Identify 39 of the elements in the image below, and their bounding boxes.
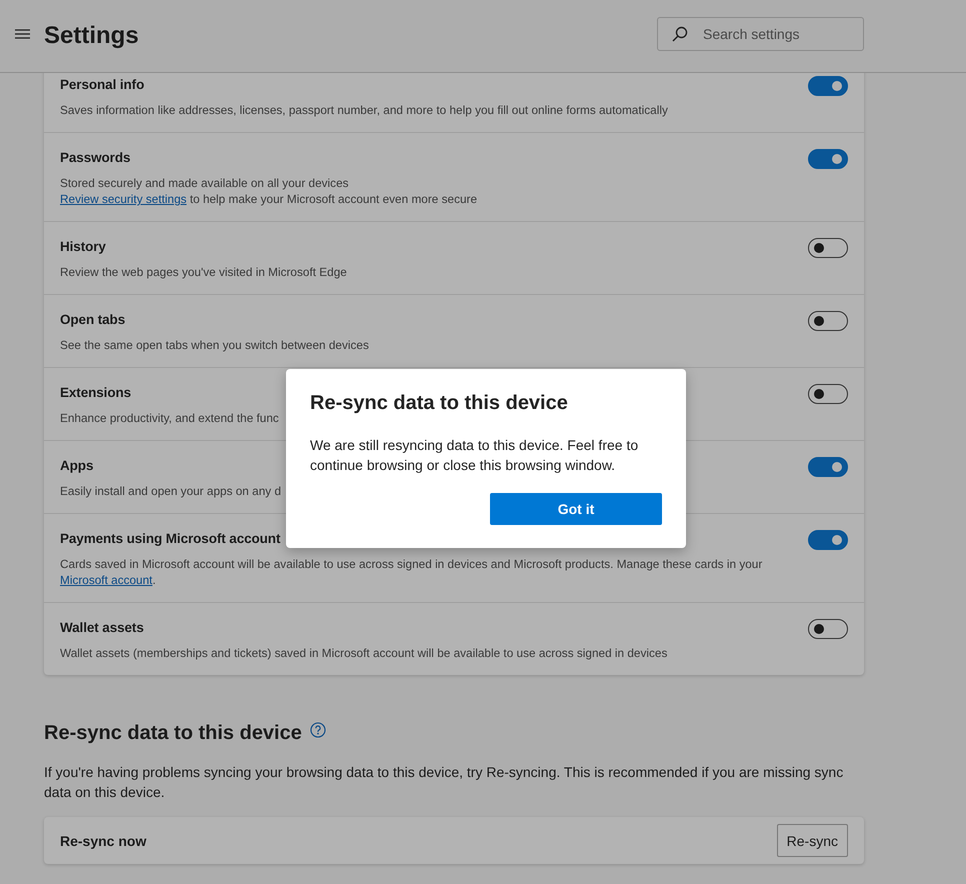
- toggle-switch[interactable]: [808, 384, 848, 404]
- got-it-button[interactable]: Got it: [490, 493, 662, 525]
- setting-description: Enhance productivity, and extend the func: [60, 411, 279, 425]
- setting-title: Personal info: [60, 76, 144, 94]
- setting-description: Cards saved in Microsoft account will be available to use across signed in devices and Microsoft products. Manage these cards in your Microsoft account.: [60, 557, 762, 587]
- resync-button[interactable]: Re-sync: [776, 824, 848, 857]
- link[interactable]: Review security settings: [60, 192, 187, 206]
- setting-title: Payments using Microsoft account: [60, 530, 280, 548]
- help-icon[interactable]: [310, 722, 326, 738]
- toggle-switch[interactable]: [808, 238, 848, 258]
- resync-label: Re-sync now: [60, 832, 146, 848]
- toggle-switch[interactable]: [808, 311, 848, 331]
- setting-title: History: [60, 238, 106, 256]
- setting-title: Passwords: [60, 149, 130, 167]
- search-icon: [672, 26, 688, 42]
- link[interactable]: Microsoft account: [60, 573, 152, 587]
- section-description: If you're having problems syncing your browsing data to this device, try Re-syncing. This is recommended if you are missing sync data on this device.: [44, 763, 844, 802]
- toggle-switch[interactable]: [808, 530, 848, 550]
- setting-title: Open tabs: [60, 311, 126, 329]
- toggle-switch[interactable]: [808, 76, 848, 96]
- dialog-title: Re-sync data to this device: [310, 391, 569, 415]
- setting-description: Saves information like addresses, licenses, passport number, and more to help you fill out online forms automatically: [60, 103, 668, 117]
- dialog-message: We are still resyncing data to this device. Feel free to continue browsing or close this browsing window.: [310, 436, 640, 475]
- setting-description: Review security settings to help make your Microsoft account even more secure: [60, 192, 478, 206]
- setting-title: Wallet assets: [60, 619, 144, 637]
- toggle-switch[interactable]: [808, 149, 848, 169]
- setting-title: Apps: [60, 457, 94, 475]
- setting-description: Wallet assets (memberships and tickets) saved in Microsoft account will be available to use across signed in devices: [60, 646, 668, 660]
- toggle-switch[interactable]: [808, 619, 848, 639]
- setting-description: Stored securely and made available on all your devices: [60, 176, 349, 190]
- page-title: Settings: [44, 22, 140, 50]
- toggle-switch[interactable]: [808, 457, 848, 477]
- setting-description: Review the web pages you've visited in Microsoft Edge: [60, 265, 347, 279]
- setting-title: Extensions: [60, 384, 132, 402]
- search-field[interactable]: Search settings: [657, 17, 864, 51]
- section-title: Re-sync data to this device: [44, 721, 302, 745]
- setting-description: Easily install and open your apps on any d: [60, 484, 282, 498]
- setting-description: See the same open tabs when you switch between devices: [60, 338, 369, 352]
- menu-icon[interactable]: [14, 27, 31, 41]
